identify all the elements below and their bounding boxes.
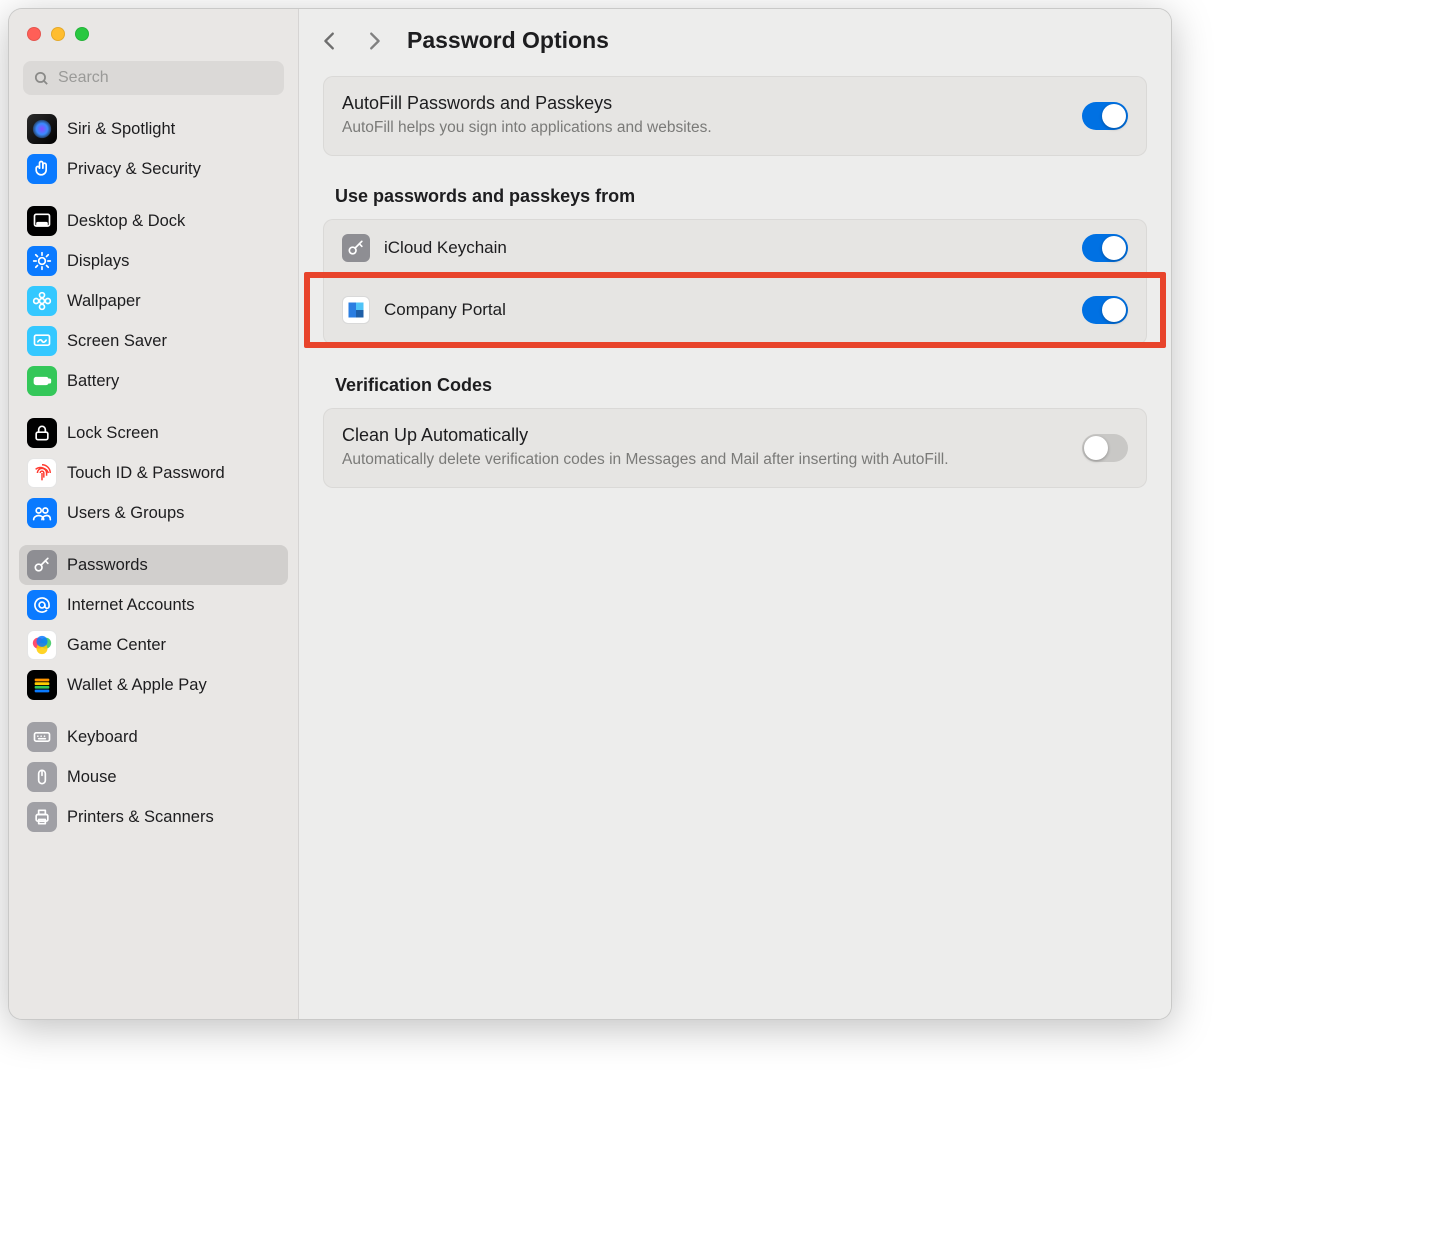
search-icon xyxy=(33,70,50,87)
siri-icon xyxy=(27,114,57,144)
autofill-title: AutoFill Passwords and Passkeys xyxy=(342,93,1066,114)
sidebar-item-label: Touch ID & Password xyxy=(67,464,225,483)
sidebar-item-users-groups[interactable]: Users & Groups xyxy=(19,493,288,533)
users-icon xyxy=(27,498,57,528)
gamecenter-icon xyxy=(27,630,57,660)
sources-list: iCloud Keychain Company Portal xyxy=(323,219,1147,345)
at-icon xyxy=(27,590,57,620)
sidebar-item-label: Mouse xyxy=(67,768,117,787)
source-row-company-portal: Company Portal xyxy=(310,278,1160,342)
sidebar-item-label: Internet Accounts xyxy=(67,596,195,615)
sidebar-item-siri-spotlight[interactable]: Siri & Spotlight xyxy=(19,109,288,149)
sidebar-item-touch-id-password[interactable]: Touch ID & Password xyxy=(19,453,288,493)
window-controls xyxy=(9,19,298,49)
flower-icon xyxy=(27,286,57,316)
fullscreen-window-button[interactable] xyxy=(75,27,89,41)
search-input[interactable] xyxy=(58,69,274,87)
screensaver-icon xyxy=(27,326,57,356)
sidebar-item-label: Privacy & Security xyxy=(67,160,201,179)
key-icon xyxy=(342,234,370,262)
sidebar-item-lock-screen[interactable]: Lock Screen xyxy=(19,413,288,453)
sources-heading: Use passwords and passkeys from xyxy=(335,186,1143,207)
sidebar-item-wallpaper[interactable]: Wallpaper xyxy=(19,281,288,321)
sidebar-item-displays[interactable]: Displays xyxy=(19,241,288,281)
search-field[interactable] xyxy=(23,61,284,95)
page-title: Password Options xyxy=(407,27,609,54)
source-toggle-icloud-keychain[interactable] xyxy=(1082,234,1128,262)
printer-icon xyxy=(27,802,57,832)
sidebar-item-label: Wallpaper xyxy=(67,292,141,311)
sidebar-item-privacy-security[interactable]: Privacy & Security xyxy=(19,149,288,189)
hand-icon xyxy=(27,154,57,184)
source-row-icloud-keychain: iCloud Keychain xyxy=(324,220,1146,276)
sidebar-item-game-center[interactable]: Game Center xyxy=(19,625,288,665)
back-button[interactable] xyxy=(319,28,341,54)
keyboard-icon xyxy=(27,722,57,752)
sidebar-item-label: Wallet & Apple Pay xyxy=(67,676,207,695)
verification-card: Clean Up Automatically Automatically del… xyxy=(323,408,1147,488)
portal-icon xyxy=(342,296,370,324)
sidebar-nav: Siri & Spotlight Privacy & Security Deskto… xyxy=(9,105,298,1019)
autofill-toggle[interactable] xyxy=(1082,102,1128,130)
lock-icon xyxy=(27,418,57,448)
sidebar-item-label: Siri & Spotlight xyxy=(67,120,175,139)
fingerprint-icon xyxy=(27,458,57,488)
sidebar-item-keyboard[interactable]: Keyboard xyxy=(19,717,288,757)
main-panel: Password Options AutoFill Passwords and … xyxy=(299,9,1171,1019)
sidebar: Siri & Spotlight Privacy & Security Deskto… xyxy=(9,9,299,1019)
verification-heading: Verification Codes xyxy=(335,375,1143,396)
sidebar-item-label: Battery xyxy=(67,372,119,391)
verification-toggle[interactable] xyxy=(1082,434,1128,462)
sidebar-item-label: Printers & Scanners xyxy=(67,808,214,827)
highlight-box: Company Portal xyxy=(304,272,1166,348)
mouse-icon xyxy=(27,762,57,792)
autofill-card: AutoFill Passwords and Passkeys AutoFill… xyxy=(323,76,1147,156)
sidebar-item-label: Screen Saver xyxy=(67,332,167,351)
key-icon xyxy=(27,550,57,580)
sidebar-item-label: Displays xyxy=(67,252,129,271)
forward-button[interactable] xyxy=(363,28,385,54)
sidebar-item-label: Passwords xyxy=(67,556,148,575)
sidebar-item-internet-accounts[interactable]: Internet Accounts xyxy=(19,585,288,625)
sidebar-item-label: Users & Groups xyxy=(67,504,184,523)
sidebar-item-passwords[interactable]: Passwords xyxy=(19,545,288,585)
verification-title: Clean Up Automatically xyxy=(342,425,1066,446)
sidebar-item-screen-saver[interactable]: Screen Saver xyxy=(19,321,288,361)
sidebar-item-battery[interactable]: Battery xyxy=(19,361,288,401)
source-label: iCloud Keychain xyxy=(384,238,1068,258)
battery-icon xyxy=(27,366,57,396)
sidebar-item-printers-scanners[interactable]: Printers & Scanners xyxy=(19,797,288,837)
sidebar-item-label: Lock Screen xyxy=(67,424,159,443)
toolbar: Password Options xyxy=(299,9,1171,66)
source-toggle-company-portal[interactable] xyxy=(1082,296,1128,324)
sidebar-item-desktop-dock[interactable]: Desktop & Dock xyxy=(19,201,288,241)
settings-window: Siri & Spotlight Privacy & Security Deskto… xyxy=(8,8,1172,1020)
close-window-button[interactable] xyxy=(27,27,41,41)
minimize-window-button[interactable] xyxy=(51,27,65,41)
sidebar-item-label: Desktop & Dock xyxy=(67,212,185,231)
autofill-desc: AutoFill helps you sign into application… xyxy=(342,118,1066,139)
verification-desc: Automatically delete verification codes … xyxy=(342,450,1066,471)
sun-icon xyxy=(27,246,57,276)
source-label: Company Portal xyxy=(384,300,1068,320)
sidebar-item-label: Game Center xyxy=(67,636,166,655)
wallet-icon xyxy=(27,670,57,700)
dock-icon xyxy=(27,206,57,236)
sidebar-item-mouse[interactable]: Mouse xyxy=(19,757,288,797)
sidebar-item-label: Keyboard xyxy=(67,728,138,747)
sidebar-item-wallet-apple-pay[interactable]: Wallet & Apple Pay xyxy=(19,665,288,705)
